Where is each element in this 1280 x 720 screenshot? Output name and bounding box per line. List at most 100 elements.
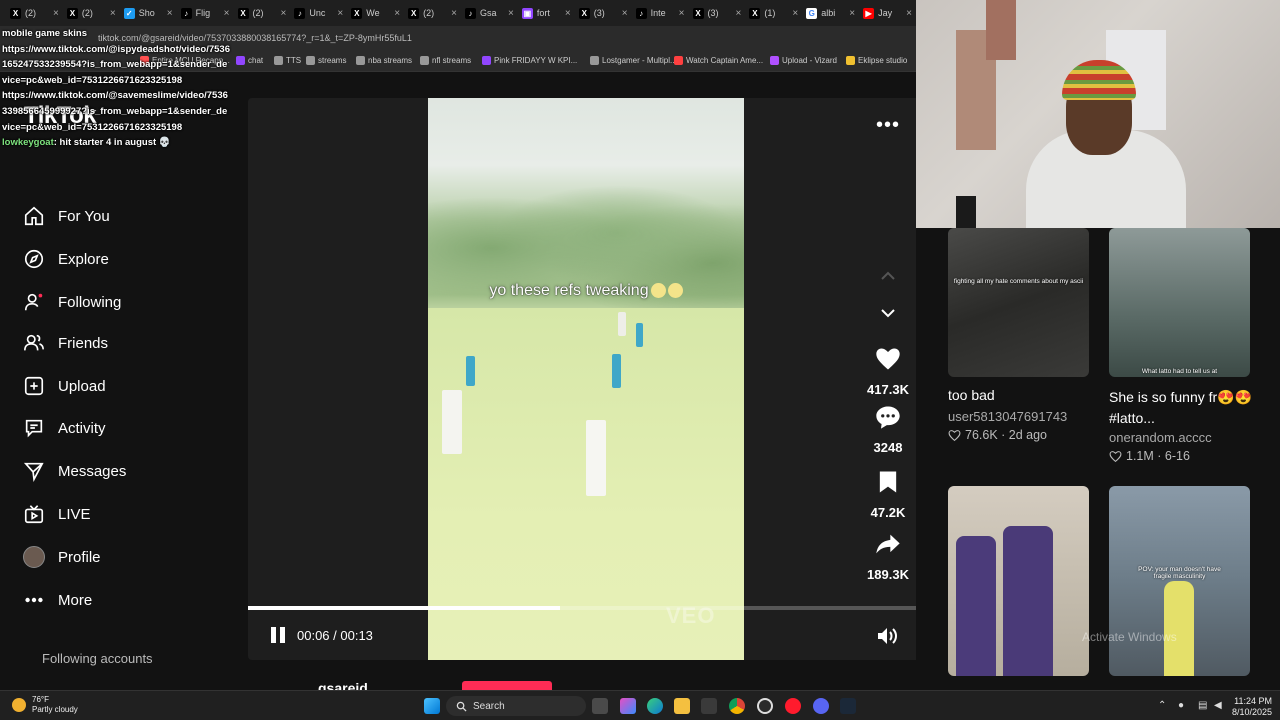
sidebar-item-label: LIVE <box>58 505 91 523</box>
close-icon[interactable]: × <box>451 8 457 19</box>
discord-icon[interactable] <box>813 698 829 714</box>
file-explorer-icon[interactable] <box>674 698 690 714</box>
browser-tab[interactable]: X We × <box>347 2 404 24</box>
chevron-down-icon[interactable] <box>878 303 898 323</box>
weather-widget[interactable]: 76°F Partly cloudy <box>12 695 78 715</box>
close-icon[interactable]: × <box>736 8 742 19</box>
obs-icon[interactable] <box>757 698 773 714</box>
volume-icon[interactable] <box>876 626 900 646</box>
bookmark-item[interactable]: Eklipse studio <box>846 56 907 65</box>
volume-tray-icon[interactable]: ◀ <box>1214 700 1222 711</box>
video-player[interactable]: yo these refs tweaking VEO <box>428 98 744 660</box>
tab-label: We <box>366 8 380 18</box>
copilot-icon[interactable] <box>620 698 636 714</box>
browser-tab[interactable]: ▣ fort × <box>518 2 575 24</box>
chevron-up-icon[interactable] <box>878 266 898 286</box>
bookmark-item[interactable]: chat <box>236 56 263 65</box>
recommendation-thumbnail[interactable]: What latto had to tell us at <box>1109 228 1250 377</box>
x-icon: X <box>692 7 704 19</box>
sidebar-item-upload[interactable]: Upload <box>22 374 106 398</box>
sidebar-item-explore[interactable]: Explore <box>22 247 109 271</box>
browser-tab[interactable]: ✓ Sho × <box>120 2 177 24</box>
tray-chevron-icon[interactable]: ⌃ <box>1158 700 1166 711</box>
bookmark-item[interactable]: Upload - Vizard <box>770 56 837 65</box>
browser-tab[interactable]: X (3) × <box>575 2 632 24</box>
opera-icon[interactable] <box>785 698 801 714</box>
recommendation-title[interactable]: too bad <box>948 387 995 403</box>
close-icon[interactable]: × <box>679 8 685 19</box>
like-button[interactable]: 417.3K <box>862 345 914 397</box>
messages-icon <box>22 459 46 483</box>
recommendation-user[interactable]: user5813047691743 <box>948 409 1067 424</box>
save-button[interactable]: 47.2K <box>862 468 914 520</box>
close-icon[interactable]: × <box>849 8 855 19</box>
close-icon[interactable]: × <box>906 8 912 19</box>
recommendation-user[interactable]: onerandom.acccc <box>1109 430 1212 445</box>
video-progress-bar[interactable] <box>248 606 926 610</box>
mic-tray-icon[interactable]: ● <box>1178 700 1184 711</box>
close-icon[interactable]: × <box>508 8 514 19</box>
close-icon[interactable]: × <box>281 8 287 19</box>
windows-start-icon[interactable] <box>424 698 440 714</box>
bookmark-label: TTS <box>286 56 302 65</box>
share-icon <box>876 534 900 554</box>
sidebar-item-live[interactable]: LIVE <box>22 502 91 526</box>
bookmark-item[interactable]: Pink FRIDAYY W KPI... <box>482 56 577 65</box>
taskbar-clock[interactable]: 11:24 PM 8/10/2025 <box>1232 696 1272 718</box>
browser-tab[interactable]: Galbi × <box>802 2 859 24</box>
sidebar-item-following[interactable]: Following <box>22 290 121 314</box>
bookmark-item[interactable]: nfl streams <box>420 56 471 65</box>
recommendation-thumbnail[interactable] <box>948 486 1089 676</box>
browser-tab[interactable]: ♪ Unc × <box>290 2 347 24</box>
edge-icon[interactable] <box>647 698 663 714</box>
browser-tab[interactable]: ♪ Inte × <box>632 2 689 24</box>
steam-icon[interactable] <box>840 698 856 714</box>
comment-button[interactable]: 3248 <box>862 403 914 455</box>
close-icon[interactable]: × <box>224 8 230 19</box>
taskbar-search[interactable]: Search <box>446 696 586 716</box>
close-icon[interactable]: × <box>337 8 343 19</box>
store-icon[interactable] <box>701 698 717 714</box>
sidebar-item-activity[interactable]: Activity <box>22 416 106 440</box>
close-icon[interactable]: × <box>53 8 59 19</box>
video-player-figure <box>636 323 643 347</box>
browser-tab[interactable]: X (2) × <box>6 2 63 24</box>
recommendation-thumbnail[interactable]: POV: your man doesn't have fragile mascu… <box>1109 486 1250 676</box>
share-button[interactable]: 189.3K <box>862 530 914 582</box>
browser-tab[interactable]: X (1) × <box>745 2 802 24</box>
pause-icon[interactable] <box>268 626 288 644</box>
sidebar-item-label: Messages <box>58 462 127 480</box>
task-view-icon[interactable] <box>592 698 608 714</box>
bookmark-icon <box>770 56 779 65</box>
more-options-icon[interactable]: ••• <box>876 114 900 137</box>
browser-tab[interactable]: X (2) × <box>404 2 461 24</box>
stats-text: 76.6K · 2d ago <box>965 428 1048 442</box>
recommendation-title[interactable]: She is so funny fr😍😍 #latto... <box>1109 387 1259 429</box>
bookmark-item[interactable]: Watch Captain Ame... <box>674 56 763 65</box>
sidebar-item-friends[interactable]: Friends <box>22 331 108 355</box>
close-icon[interactable]: × <box>167 8 173 19</box>
sidebar-item-profile[interactable]: Profile <box>22 545 101 569</box>
browser-tab[interactable]: X (3) × <box>689 2 746 24</box>
bookmark-item[interactable]: nba streams <box>356 56 412 65</box>
close-icon[interactable]: × <box>792 8 798 19</box>
sidebar-item-messages[interactable]: Messages <box>22 459 126 483</box>
chrome-icon[interactable] <box>729 698 745 714</box>
close-icon[interactable]: × <box>622 8 628 19</box>
bookmark-item[interactable]: TTS <box>274 56 301 65</box>
sidebar-item-more[interactable]: More <box>22 588 92 612</box>
bookmark-item[interactable]: streams <box>306 56 346 65</box>
browser-tab[interactable]: ♪ Gsa × <box>461 2 518 24</box>
close-icon[interactable]: × <box>565 8 571 19</box>
browser-tab[interactable]: X (2) × <box>63 2 120 24</box>
browser-tab[interactable]: ▶ Jay × <box>859 2 916 24</box>
video-player-figure <box>618 312 626 336</box>
network-icon[interactable]: ▤ <box>1198 700 1207 711</box>
browser-tab[interactable]: X (2) × <box>234 2 291 24</box>
close-icon[interactable]: × <box>394 8 400 19</box>
close-icon[interactable]: × <box>110 8 116 19</box>
recommendation-thumbnail[interactable]: fighting all my hate comments about my a… <box>948 228 1089 377</box>
sidebar-item-for-you[interactable]: For You <box>22 204 110 228</box>
bookmark-item[interactable]: Lostgamer - Multipl... <box>590 56 677 65</box>
browser-tab[interactable]: ♪ Flig × <box>177 2 234 24</box>
